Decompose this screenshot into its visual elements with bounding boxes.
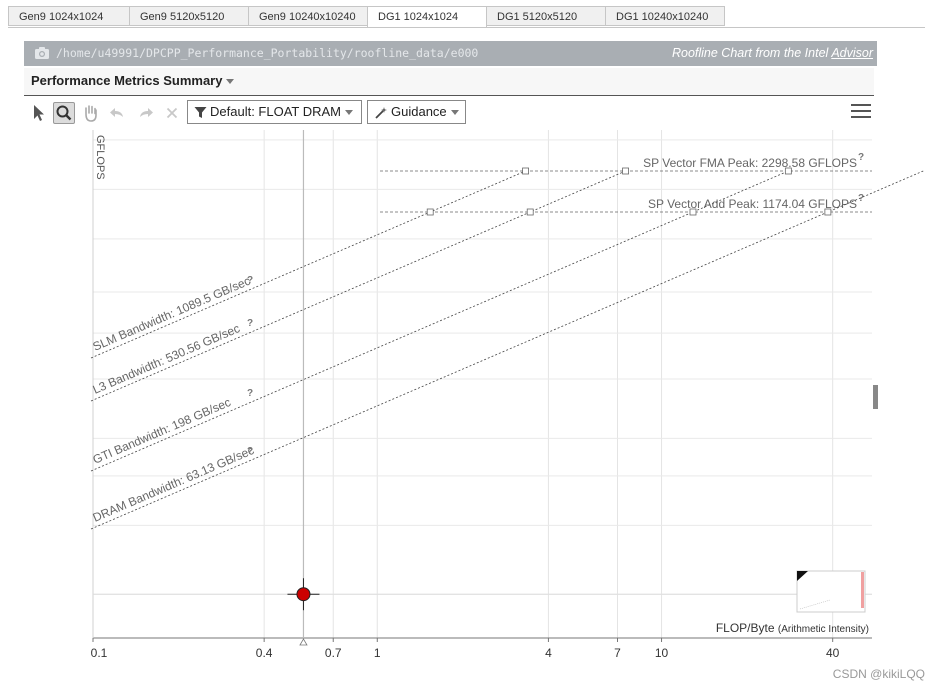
x-marker-triangle: [299, 638, 308, 646]
roof-ridge-marker[interactable]: [784, 167, 792, 175]
help-icon[interactable]: ?: [247, 388, 253, 399]
data-point[interactable]: [296, 587, 311, 602]
roof-ridge-marker[interactable]: [622, 167, 629, 175]
overview-map[interactable]: [796, 570, 866, 613]
x-tick-label: 10: [655, 646, 669, 660]
roof-ridge-marker[interactable]: [522, 167, 529, 175]
overview-viewport: [861, 572, 864, 608]
x-tick-label: 4: [545, 646, 552, 660]
x-tick-label: 1: [374, 646, 381, 660]
x-tick-label: 0.1: [91, 646, 108, 660]
help-icon[interactable]: ?: [858, 152, 864, 163]
y-axis-label: GFLOPS: [94, 135, 106, 180]
x-tick-label: 0.7: [325, 646, 342, 660]
help-icon[interactable]: ?: [247, 275, 253, 286]
x-tick-label: 40: [826, 646, 840, 660]
roof-ridge-marker[interactable]: [689, 208, 697, 216]
watermark: CSDN @kikiLQQ: [832, 667, 925, 681]
x-tick-label: 7: [614, 646, 621, 660]
roof-ridge-marker[interactable]: [824, 208, 832, 216]
x-axis-label: FLOP/Byte (Arithmetic Intensity): [716, 621, 869, 635]
help-icon[interactable]: ?: [247, 446, 253, 457]
roof-ridge-marker[interactable]: [526, 208, 534, 216]
compute-roof-label: SP Vector FMA Peak: 2298.58 GFLOPS: [643, 156, 857, 170]
roofline-chart: 0.1 0.4 0.7 1 4 7 10 40 GFLOPS FLOP/Byte (Arithme…: [91, 130, 924, 660]
scroll-handle[interactable]: [873, 385, 878, 409]
x-tick-label: 0.4: [256, 646, 273, 660]
help-icon[interactable]: ?: [247, 318, 253, 329]
roof-ridge-marker[interactable]: [426, 208, 434, 216]
